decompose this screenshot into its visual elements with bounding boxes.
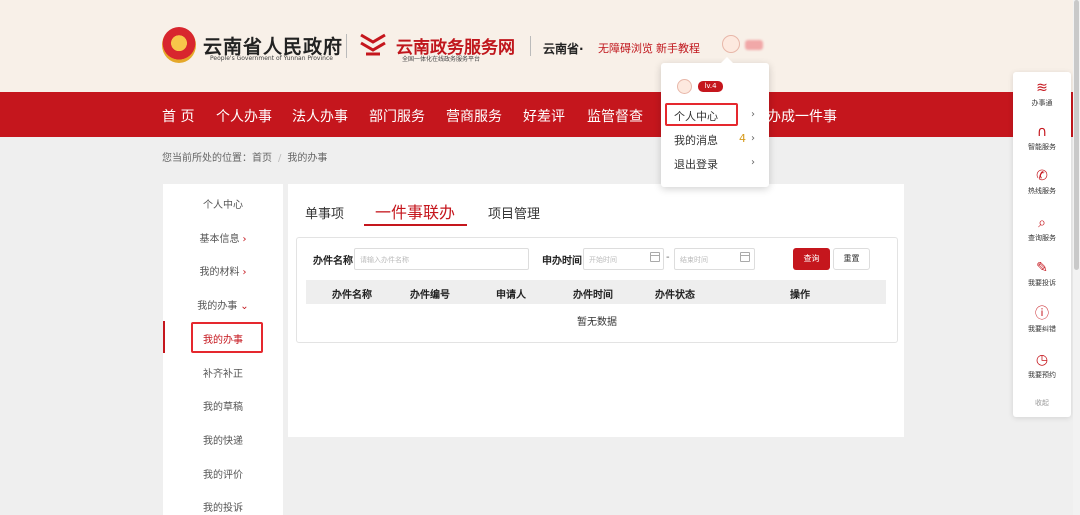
column-header: 办件状态 — [655, 290, 695, 301]
column-header: 操作 — [790, 290, 810, 301]
dropdown-item-logout[interactable]: 退出登录 — [674, 156, 718, 172]
rp-label: 我要预约 — [1028, 371, 1056, 379]
sidebar-label: 补齐补正 — [203, 369, 243, 380]
column-header: 申请人 — [496, 290, 526, 301]
sidebar-item-my-affairs-group[interactable]: 我的办事 ⌄ — [163, 297, 283, 312]
sidebar-label: 个人中心 — [203, 200, 243, 211]
reset-button[interactable]: 重置 — [833, 248, 870, 270]
chevron-down-icon: ⌄ — [240, 301, 249, 312]
national-emblem-icon — [162, 27, 196, 63]
rp-label: 热线服务 — [1028, 187, 1056, 195]
chevron-right-icon: › — [751, 109, 755, 120]
sidebar-label: 我的办事 — [197, 301, 238, 312]
date-dash: - — [666, 252, 670, 263]
highlight-box — [191, 322, 263, 353]
nav-personal[interactable]: 个人办事 — [216, 106, 272, 126]
rp-label: 我要投诉 — [1028, 279, 1056, 287]
pen-icon: ✎ — [1036, 260, 1048, 276]
column-header: 办件编号 — [410, 290, 450, 301]
rp-banshitong[interactable]: ≋ 办事通 — [1013, 80, 1071, 108]
rp-label: 查询服务 — [1028, 234, 1056, 242]
sidebar-item-materials[interactable]: 我的材料 › — [163, 263, 283, 278]
user-avatar[interactable] — [722, 35, 740, 53]
collapse-button[interactable]: 收起 — [1013, 398, 1071, 408]
province-selector[interactable]: 云南省· — [543, 40, 584, 57]
clock-icon: ◷ — [1035, 352, 1049, 368]
message-count: 4 — [739, 132, 746, 145]
breadcrumb-separator: / — [278, 153, 282, 164]
newbie-guide-link[interactable]: 新手教程 — [656, 40, 700, 56]
rp-query[interactable]: ⌕ 查询服务 — [1013, 215, 1071, 243]
nav-rating[interactable]: 好差评 — [523, 106, 565, 126]
phone-icon: ✆ — [1036, 168, 1048, 184]
nav-supervision[interactable]: 监管督查 — [587, 106, 643, 126]
rp-appointment[interactable]: ◷ 我要预约 — [1013, 352, 1071, 380]
search-icon: ⌕ — [1038, 215, 1046, 231]
column-header: 办件时间 — [573, 290, 613, 301]
level-badge: lv.4 — [698, 81, 723, 92]
tab-single-item[interactable]: 单事项 — [305, 203, 344, 222]
time-label: 申办时间 — [542, 256, 582, 267]
service-subtitle: 全国一体化在线政务服务平台 — [402, 56, 481, 63]
column-header: 办件名称 — [332, 290, 372, 301]
calendar-icon — [740, 252, 750, 262]
headset-icon: ∩ — [1036, 124, 1048, 140]
rp-label: 我要纠错 — [1028, 325, 1056, 333]
header-divider — [346, 34, 347, 58]
sidebar-label: 我的草稿 — [203, 402, 243, 413]
name-input[interactable]: 请输入办件名称 — [354, 248, 529, 270]
breadcrumb-current: 我的办事 — [287, 153, 328, 164]
province-label: 云南省 — [543, 42, 580, 56]
chevron-right-icon: › — [751, 157, 755, 168]
header-divider-2 — [530, 36, 531, 56]
chevron-right-icon: › — [242, 267, 247, 278]
tab-active-underline — [364, 224, 467, 226]
nav-legal-entity[interactable]: 法人办事 — [292, 106, 348, 126]
sidebar-item-basic-info[interactable]: 基本信息 › — [163, 230, 283, 245]
rp-smart-service[interactable]: ∩ 智能服务 — [1013, 124, 1071, 152]
alert-icon: ⓘ — [1035, 306, 1049, 322]
user-name-blurred[interactable] — [745, 40, 763, 50]
logo-icon: ≋ — [1036, 80, 1048, 96]
sidebar-label: 我的评价 — [203, 470, 243, 481]
sidebar-label: 我的材料 — [199, 267, 240, 278]
rp-hotline[interactable]: ✆ 热线服务 — [1013, 168, 1071, 196]
chevron-right-icon: › — [242, 234, 247, 245]
sidebar-item-supplement[interactable]: 补齐补正 — [163, 365, 283, 380]
name-label: 办件名称 — [313, 256, 353, 267]
barrier-free-link[interactable]: 无障碍浏览 — [598, 40, 653, 56]
sidebar-item-drafts[interactable]: 我的草稿 — [163, 398, 283, 413]
rp-label: 办事通 — [1031, 99, 1053, 107]
sidebar-item-complaints[interactable]: 我的投诉 — [163, 499, 283, 514]
rp-complaint[interactable]: ✎ 我要投诉 — [1013, 260, 1071, 288]
breadcrumb-prefix[interactable]: 您当前所处的位置：首页 — [162, 153, 272, 164]
nav-business[interactable]: 营商服务 — [446, 106, 502, 126]
scrollbar-thumb[interactable] — [1074, 0, 1079, 270]
breadcrumb: 您当前所处的位置：首页 / 我的办事 — [162, 149, 327, 164]
gov-subtitle: People's Government of Yunnan Province — [210, 55, 333, 62]
nav-department[interactable]: 部门服务 — [369, 106, 425, 126]
calendar-icon — [650, 252, 660, 262]
sidebar-label: 基本信息 — [199, 234, 240, 245]
sidebar-item-personal-center[interactable]: 个人中心 — [163, 196, 283, 211]
sidebar-label: 我的投诉 — [203, 503, 243, 514]
dropdown-avatar — [677, 79, 692, 94]
sidebar-item-express[interactable]: 我的快递 — [163, 432, 283, 447]
tab-one-thing[interactable]: 一件事联办 — [375, 199, 455, 223]
rp-correction[interactable]: ⓘ 我要纠错 — [1013, 306, 1071, 334]
dropdown-item-messages[interactable]: 我的消息 — [674, 132, 718, 148]
chevron-right-icon: › — [751, 133, 755, 144]
rp-label: 智能服务 — [1028, 143, 1056, 151]
nav-home[interactable]: 首 页 — [162, 106, 194, 126]
sidebar-label: 我的快递 — [203, 436, 243, 447]
empty-state: 暂无数据 — [577, 317, 617, 328]
query-button[interactable]: 查询 — [793, 248, 830, 270]
province-caret: · — [579, 42, 584, 56]
tab-project-management[interactable]: 项目管理 — [488, 203, 540, 222]
highlight-box — [665, 103, 738, 126]
sidebar-item-reviews[interactable]: 我的评价 — [163, 466, 283, 481]
service-logo-icon — [360, 33, 386, 56]
